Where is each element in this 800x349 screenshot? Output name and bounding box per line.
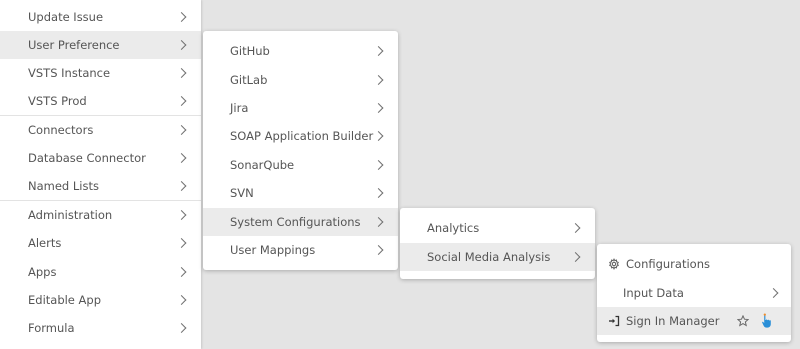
chevron-right-icon [176,210,187,220]
chevron-right-icon [373,46,384,56]
chevron-right-icon [373,103,384,113]
menu-item-vsts-instance[interactable]: VSTS Instance [0,59,201,87]
star-icon[interactable] [736,314,750,327]
menu-item-user-preference[interactable]: User Preference [0,31,201,59]
chevron-right-icon [570,252,581,262]
menu-item-vsts-prod[interactable]: VSTS Prod [0,87,201,115]
chevron-right-icon [176,96,187,106]
chevron-right-icon [176,12,187,22]
chevron-right-icon [373,75,384,85]
menu-item-label: Administration [28,208,113,222]
menu-item-label: Sign In Manager [626,314,720,328]
user-preference-submenu: GitHub GitLab Jira SOAP Application Buil… [203,31,398,270]
menu-item-editable-app[interactable]: Editable App [0,286,201,314]
menu-item-label: System Configurations [230,215,361,229]
pointing-hand-icon[interactable] [759,313,775,329]
menu-item-label: Analytics [427,221,480,235]
menu-item-label: VSTS Instance [28,66,111,80]
chevron-right-icon [176,323,187,333]
menu-item-database-connector[interactable]: Database Connector [0,144,201,172]
menu-item-label: GitLab [230,73,268,87]
menu-item-label: Formula [28,321,75,335]
chevron-right-icon [373,160,384,170]
menu-item-administration[interactable]: Administration [0,201,201,229]
submenu-item-jira[interactable]: Jira [203,94,398,122]
system-configurations-submenu: Analytics Social Media Analysis [400,208,595,279]
chevron-right-icon [176,267,187,277]
menu-item-label: Jira [230,101,249,115]
menu-item-formula[interactable]: Formula [0,314,201,342]
submenu-item-configurations[interactable]: Configurations [597,250,791,278]
submenu-item-input-data[interactable]: Input Data [597,279,791,307]
chevron-right-icon [373,217,384,227]
menu-item-label: User Mappings [230,243,316,257]
submenu-item-gitlab[interactable]: GitLab [203,66,398,94]
chevron-right-icon [176,68,187,78]
submenu-item-analytics[interactable]: Analytics [400,214,595,242]
chevron-right-icon [373,245,384,255]
menu-item-label: Apps [28,265,57,279]
menu-item-named-lists[interactable]: Named Lists [0,172,201,200]
menu-item-label: Connectors [28,123,94,137]
menu-item-label: Named Lists [28,179,99,193]
chevron-right-icon [176,238,187,248]
menu-item-label: SVN [230,186,254,200]
chevron-right-icon [176,295,187,305]
menu-item-label: Alerts [28,236,62,250]
submenu-item-sign-in-manager[interactable]: Sign In Manager [597,307,791,335]
chevron-right-icon [176,181,187,191]
submenu-item-system-configurations[interactable]: System Configurations [203,208,398,236]
chevron-right-icon [176,125,187,135]
chevron-right-icon [176,153,187,163]
menu-item-label: Database Connector [28,151,146,165]
submenu-item-social-media-analysis[interactable]: Social Media Analysis [400,243,595,271]
chevron-right-icon [373,131,384,141]
menu-item-label: Update Issue [28,10,104,24]
menu-item-label: Input Data [623,286,684,300]
menu-item-label: Editable App [28,293,102,307]
menu-item-label: GitHub [230,44,270,58]
gear-icon [608,258,620,270]
submenu-item-soap-application-builder[interactable]: SOAP Application Builder [203,122,398,150]
main-menu: Update Issue User Preference VSTS Instan… [0,0,201,349]
menu-item-label: VSTS Prod [28,94,87,108]
submenu-item-sonarqube[interactable]: SonarQube [203,151,398,179]
social-media-analysis-submenu: Configurations Input Data Sign In Manage… [597,244,791,342]
chevron-right-icon [768,288,779,298]
menu-item-alerts[interactable]: Alerts [0,229,201,257]
submenu-item-user-mappings[interactable]: User Mappings [203,236,398,264]
submenu-item-github[interactable]: GitHub [203,37,398,65]
menu-item-connectors[interactable]: Connectors [0,116,201,144]
menu-item-label: SonarQube [230,158,295,172]
menu-item-label: User Preference [28,38,120,52]
submenu-item-svn[interactable]: SVN [203,179,398,207]
menu-item-apps[interactable]: Apps [0,258,201,286]
chevron-right-icon [176,40,187,50]
sign-in-icon [608,315,620,327]
menu-item-label: Social Media Analysis [427,250,551,264]
chevron-right-icon [373,188,384,198]
menu-item-update-issue[interactable]: Update Issue [0,3,201,31]
menu-item-label: SOAP Application Builder [230,129,374,143]
chevron-right-icon [570,223,581,233]
menu-item-label: Configurations [626,257,710,271]
